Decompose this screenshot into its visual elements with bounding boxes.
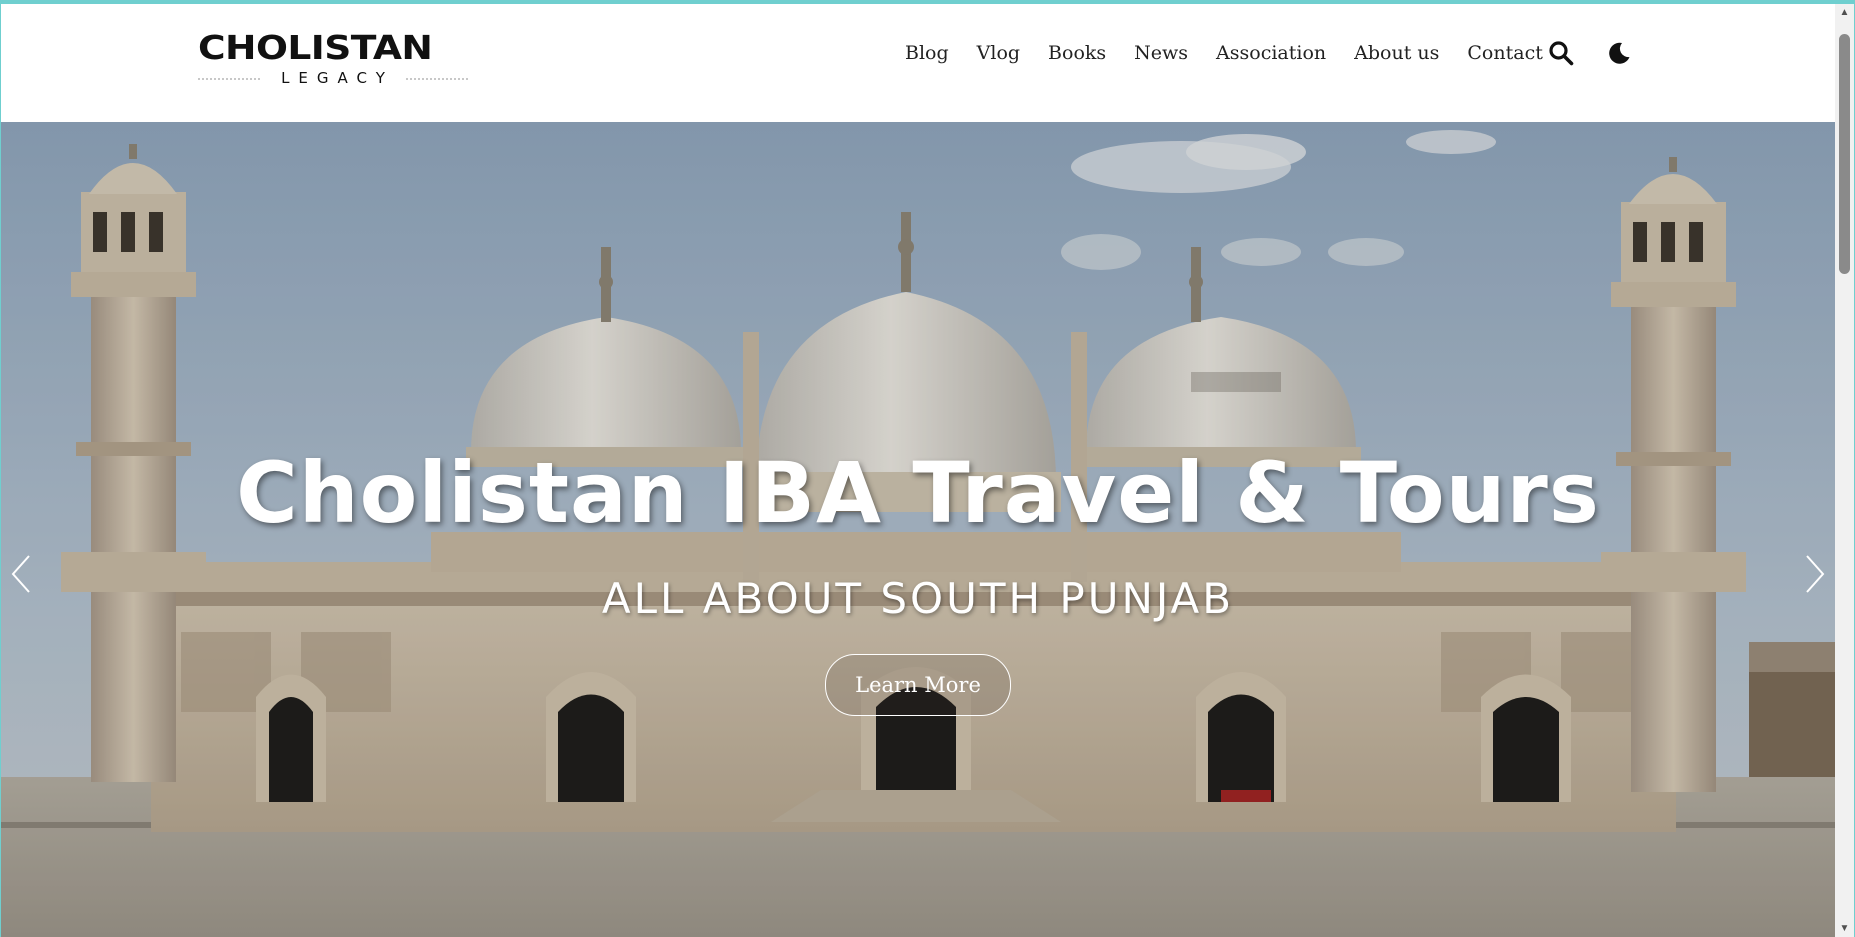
scroll-down-arrow-icon[interactable]: ▼: [1835, 920, 1854, 937]
nav-item-news[interactable]: News: [1120, 34, 1202, 72]
logo-dots-right: [406, 78, 468, 80]
logo-tagline: LEGACY: [281, 69, 394, 87]
logo-wordmark: CHOLISTAN: [198, 28, 433, 67]
site-logo[interactable]: CHOLISTAN LEGACY: [198, 30, 468, 90]
nav-item-books[interactable]: Books: [1034, 34, 1120, 72]
logo-tagline-row: LEGACY: [198, 68, 468, 88]
learn-more-button[interactable]: Learn More: [825, 654, 1011, 716]
vertical-scrollbar[interactable]: ▲ ▼: [1835, 4, 1854, 937]
chevron-left-icon[interactable]: [7, 550, 35, 598]
browser-viewport: CHOLISTAN LEGACY Blog Vlog Books News As…: [1, 4, 1854, 937]
nav-item-about-us[interactable]: About us: [1340, 34, 1453, 72]
moon-icon[interactable]: [1604, 38, 1634, 68]
nav-item-vlog[interactable]: Vlog: [963, 34, 1034, 72]
top-navbar: CHOLISTAN LEGACY Blog Vlog Books News As…: [1, 4, 1835, 122]
logo-dots-left: [198, 78, 260, 80]
nav-item-blog[interactable]: Blog: [897, 34, 963, 72]
hero-subtitle: ALL ABOUT SOUTH PUNJAB: [601, 574, 1235, 623]
chevron-right-icon[interactable]: [1801, 550, 1829, 598]
nav-item-association[interactable]: Association: [1202, 34, 1340, 72]
scroll-thumb[interactable]: [1839, 34, 1850, 274]
search-icon[interactable]: [1546, 38, 1576, 68]
nav-item-contact[interactable]: Contact: [1453, 34, 1556, 72]
main-menu: Blog Vlog Books News Association About u…: [897, 34, 1557, 72]
hero-title: Cholistan IBA Travel & Tours: [236, 444, 1600, 542]
scroll-up-arrow-icon[interactable]: ▲: [1835, 4, 1854, 21]
hero-slider: Cholistan IBA Travel & Tours ALL ABOUT S…: [1, 122, 1835, 937]
